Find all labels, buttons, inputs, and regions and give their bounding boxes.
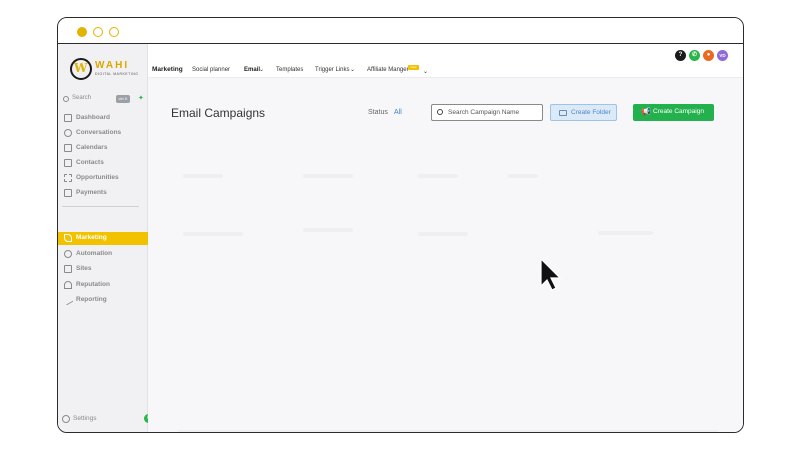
brand-logo[interactable]: W WAHI DIGITAL MARKETING — [70, 58, 140, 80]
sidebar-item-label: Reputation — [76, 281, 110, 288]
folder-icon — [559, 110, 567, 116]
sidebar-item-dashboard[interactable]: Dashboard — [58, 112, 148, 125]
sidebar-item-label: Sites — [76, 265, 92, 272]
app-window: W WAHI DIGITAL MARKETING Search ctrl K ✦… — [57, 17, 744, 433]
top-navigation: Marketing Social planner Email ⌄ Templat… — [148, 44, 743, 78]
status-filter-dropdown[interactable]: All — [394, 109, 402, 116]
chart-icon — [62, 294, 74, 306]
loading-placeholder — [178, 430, 718, 432]
star-icon — [64, 281, 72, 289]
sidebar-item-label: Conversations — [76, 129, 122, 136]
opportunities-icon — [64, 174, 72, 182]
section-title: Marketing — [152, 66, 183, 73]
status-filter-label: Status — [368, 109, 388, 116]
mouse-pointer-icon — [540, 258, 562, 291]
brand-name: WAHI — [95, 60, 130, 71]
gear-icon — [62, 415, 70, 423]
logo-letter: W — [74, 61, 88, 75]
page-title: Email Campaigns — [171, 106, 266, 120]
help-icon[interactable]: ? — [675, 50, 686, 61]
search-icon — [437, 109, 443, 115]
more-chevron-icon[interactable]: ⌄ — [423, 68, 428, 75]
sidebar-item-reputation[interactable]: Reputation — [58, 279, 148, 292]
chat-icon — [64, 129, 72, 137]
chevron-down-icon: ⌄ — [259, 67, 265, 73]
send-icon — [64, 234, 72, 242]
top-icon-bar: ? ✆ ● VD — [675, 50, 735, 62]
sidebar-item-settings[interactable]: Settings 6 — [62, 414, 153, 426]
sidebar-divider — [62, 206, 139, 207]
loading-placeholder — [418, 232, 468, 236]
sidebar-item-reporting[interactable]: Reporting — [58, 294, 148, 307]
main-content: Email Campaigns Status All Create Folder… — [148, 78, 743, 432]
notification-icon[interactable]: ● — [703, 50, 714, 61]
tab-affiliate-manager[interactable]: Affiliate Manger — [367, 67, 409, 73]
sidebar-item-marketing[interactable]: Marketing — [58, 232, 148, 245]
tab-social-planner[interactable]: Social planner — [192, 67, 230, 73]
loading-placeholder — [183, 174, 223, 178]
loading-placeholder — [418, 174, 458, 178]
sidebar-item-label: Contacts — [76, 159, 104, 166]
sidebar-item-label: Calendars — [76, 144, 108, 151]
sidebar-item-payments[interactable]: Payments — [58, 187, 148, 200]
quick-action-icon[interactable]: ✦ — [138, 94, 144, 102]
loading-placeholder — [508, 174, 538, 178]
sidebar-item-label: Payments — [76, 189, 107, 196]
avatar[interactable]: VD — [717, 50, 728, 61]
payments-icon — [64, 189, 72, 197]
new-badge: New — [408, 65, 419, 70]
window-titlebar — [58, 18, 743, 44]
campaign-search-input[interactable] — [448, 107, 540, 118]
create-campaign-label: Create Campaign — [653, 108, 704, 115]
tab-trigger-links[interactable]: Trigger Links — [315, 67, 349, 73]
sidebar-item-automation[interactable]: Automation — [58, 248, 148, 261]
sidebar-search[interactable]: Search ctrl K ✦ — [61, 94, 145, 106]
contacts-icon — [64, 159, 72, 167]
dashboard-icon — [64, 114, 72, 122]
sidebar-item-label: Marketing — [76, 234, 107, 241]
create-folder-label: Create Folder — [571, 109, 611, 116]
create-campaign-button[interactable]: 📢 Create Campaign — [633, 104, 714, 121]
sidebar-item-label: Automation — [76, 250, 113, 257]
campaign-search[interactable] — [431, 104, 543, 121]
play-icon — [64, 250, 72, 258]
calendar-icon — [64, 144, 72, 152]
sidebar-item-label: Opportunities — [76, 174, 119, 181]
sidebar-item-contacts[interactable]: Contacts — [58, 157, 148, 170]
window-maximize-button[interactable] — [109, 27, 119, 37]
sidebar-item-label: Dashboard — [76, 114, 110, 121]
loading-placeholder — [303, 174, 353, 178]
sidebar-item-opportunities[interactable]: Opportunities — [58, 172, 148, 185]
loading-placeholder — [303, 228, 353, 232]
loading-placeholder — [598, 231, 653, 235]
loading-placeholder — [183, 232, 243, 236]
sidebar-item-label: Reporting — [76, 296, 107, 303]
sidebar-item-conversations[interactable]: Conversations — [58, 127, 148, 140]
window-close-button[interactable] — [77, 27, 87, 37]
sidebar-item-sites[interactable]: Sites — [58, 263, 148, 276]
sidebar: W WAHI DIGITAL MARKETING Search ctrl K ✦… — [58, 44, 153, 432]
window-minimize-button[interactable] — [93, 27, 103, 37]
brand-tagline: DIGITAL MARKETING — [95, 72, 139, 76]
chevron-down-icon: ⌄ — [350, 67, 356, 73]
sidebar-search-label: Search — [72, 95, 92, 101]
tab-email[interactable]: Email — [244, 67, 260, 73]
search-shortcut-badge: ctrl K — [116, 95, 130, 103]
tab-templates[interactable]: Templates — [276, 67, 303, 73]
search-icon — [63, 96, 69, 102]
create-folder-button[interactable]: Create Folder — [550, 104, 617, 121]
settings-label: Settings — [73, 415, 97, 422]
megaphone-icon: 📢 — [641, 107, 651, 116]
sites-icon — [64, 265, 72, 273]
phone-icon[interactable]: ✆ — [689, 50, 700, 61]
sidebar-item-calendars[interactable]: Calendars — [58, 142, 148, 155]
